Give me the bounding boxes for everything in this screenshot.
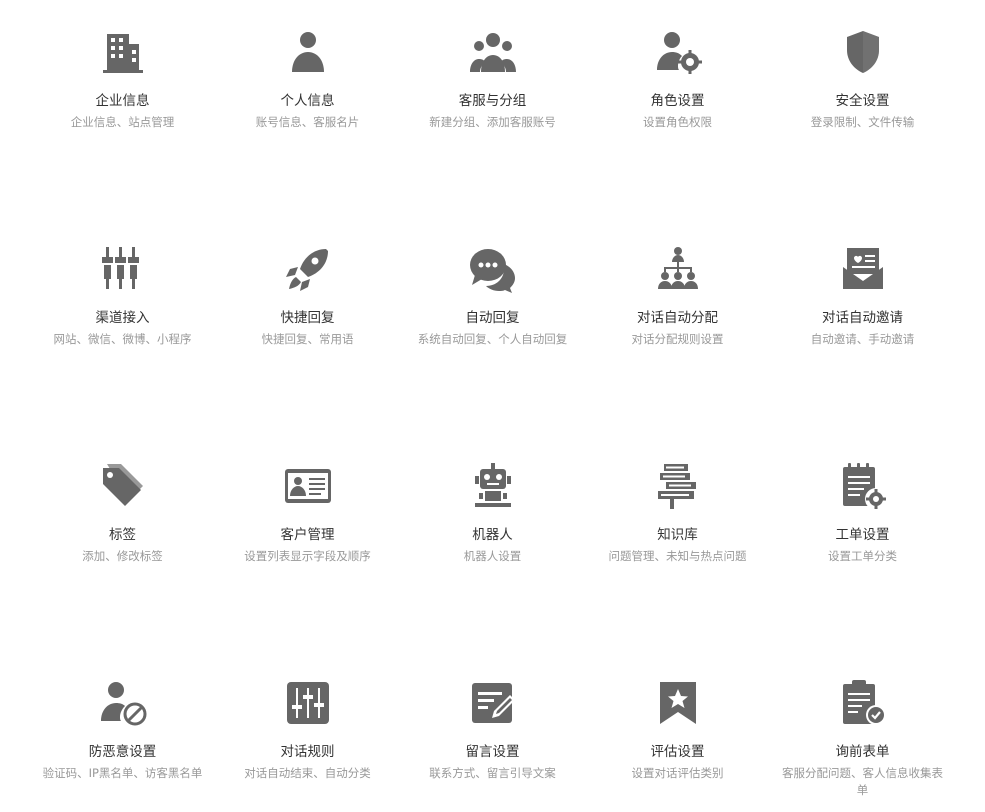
tile-desc: 企业信息、站点管理 [70, 115, 175, 129]
tile-desc: 账号信息、客服名片 [255, 115, 360, 129]
tile-desc: 对话自动结束、自动分类 [244, 766, 371, 780]
tile-desc: 设置工单分类 [828, 549, 897, 563]
building-icon [99, 28, 147, 76]
notepad-gear-icon [839, 462, 887, 510]
user-block-icon [99, 679, 147, 727]
robot-icon [469, 462, 517, 510]
edit-note-icon [469, 679, 517, 727]
tile-desc: 对话分配规则设置 [631, 332, 724, 346]
books-icon [654, 462, 702, 510]
hierarchy-icon [654, 245, 702, 293]
tile-desc: 验证码、IP黑名单、访客黑名单 [42, 766, 203, 780]
tile-title: 渠道接入 [95, 310, 150, 326]
tile-title: 机器人 [472, 527, 513, 543]
tile-title: 对话规则 [280, 744, 335, 760]
sliders-icon [284, 679, 332, 727]
id-card-icon [284, 462, 332, 510]
tile-title: 留言设置 [465, 744, 520, 760]
tile-title: 知识库 [657, 527, 698, 543]
user-gear-icon [654, 28, 702, 76]
tile-desc: 客服分配问题、客人信息收集表单 [782, 766, 943, 797]
tile-desc: 机器人设置 [463, 549, 522, 563]
tag-icon [99, 462, 147, 510]
tile-title: 自动回复 [465, 310, 520, 326]
tile-title: 客服与分组 [458, 93, 527, 109]
tile-desc: 联系方式、留言引导文案 [429, 766, 556, 780]
chat-bubbles-icon [469, 245, 517, 293]
tile-desc: 添加、修改标签 [82, 549, 163, 563]
tile-desc: 快捷回复、常用语 [261, 332, 354, 346]
invitation-icon [839, 245, 887, 293]
tile-desc: 设置对话评估类别 [631, 766, 724, 780]
tile-desc: 网站、微信、微博、小程序 [53, 332, 192, 346]
tile-title: 安全设置 [835, 93, 890, 109]
tile-title: 快捷回复 [280, 310, 335, 326]
person-icon [284, 28, 332, 76]
tile-title: 个人信息 [280, 93, 335, 109]
tile-title: 询前表单 [835, 744, 890, 760]
tile-desc: 自动邀请、手动邀请 [810, 332, 915, 346]
tile-title: 评估设置 [650, 744, 705, 760]
star-bookmark-icon [654, 679, 702, 727]
tile-desc: 系统自动回复、个人自动回复 [417, 332, 568, 346]
tile-title: 对话自动分配 [637, 310, 718, 326]
tile-title: 客户管理 [280, 527, 335, 543]
tile-desc: 设置列表显示字段及顺序 [244, 549, 371, 563]
plugs-icon [99, 245, 147, 293]
tile-desc: 设置角色权限 [643, 115, 712, 129]
tile-desc: 新建分组、添加客服账号 [429, 115, 556, 129]
shield-icon [839, 28, 887, 76]
clipboard-check-icon [839, 679, 887, 727]
tile-title: 标签 [109, 527, 136, 543]
tile-title: 工单设置 [835, 527, 890, 543]
rocket-icon [284, 245, 332, 293]
group-icon [469, 28, 517, 76]
tile-title: 对话自动邀请 [822, 310, 903, 326]
tile-desc: 登录限制、文件传输 [810, 115, 915, 129]
tile-title: 企业信息 [95, 93, 150, 109]
tile-title: 防恶意设置 [88, 744, 157, 760]
tile-title: 角色设置 [650, 93, 705, 109]
tile-desc: 问题管理、未知与热点问题 [608, 549, 747, 563]
